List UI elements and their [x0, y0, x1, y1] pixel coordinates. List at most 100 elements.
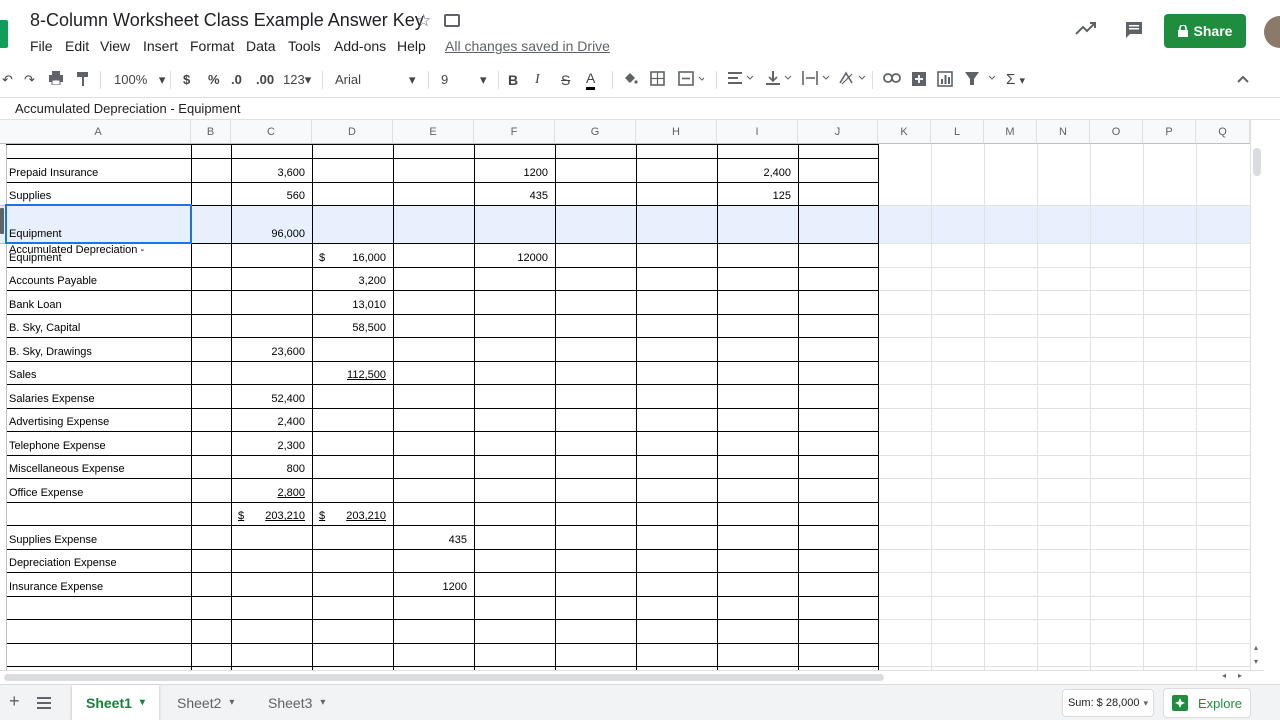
star-icon[interactable]: ☆ — [416, 11, 431, 31]
italic-button[interactable]: I — [535, 71, 540, 89]
column-header-c[interactable]: C — [231, 120, 312, 144]
amount-cell-i[interactable]: 2,400 — [717, 167, 791, 179]
amount-cell-f[interactable]: 1200 — [474, 167, 548, 179]
column-header-m[interactable]: M — [984, 120, 1037, 144]
menu-help[interactable]: Help — [397, 38, 426, 54]
amount-cell-c[interactable]: 52,400 — [231, 393, 305, 405]
font-size-select[interactable]: 9 ▾ — [441, 71, 491, 89]
menu-file[interactable]: File — [30, 38, 53, 54]
column-header-q[interactable]: Q — [1196, 120, 1250, 144]
account-name-cell[interactable]: Prepaid Insurance — [9, 167, 98, 179]
strikethrough-button[interactable]: S — [561, 71, 570, 89]
paint-format-icon[interactable] — [76, 71, 90, 89]
menu-insert[interactable]: Insert — [143, 38, 178, 54]
menu-edit[interactable]: Edit — [65, 38, 89, 54]
account-name-cell[interactable]: Sales — [9, 369, 37, 381]
horizontal-scroll-thumb[interactable] — [4, 674, 884, 681]
column-header-j[interactable]: J — [798, 120, 878, 144]
amount-cell-d[interactable]: 16,000 — [312, 252, 386, 264]
column-header-f[interactable]: F — [474, 120, 555, 144]
column-header-o[interactable]: O — [1090, 120, 1143, 144]
vertical-scroll-thumb[interactable] — [1253, 148, 1261, 176]
amount-cell-e[interactable]: 1200 — [393, 581, 467, 593]
bold-button[interactable]: B — [508, 71, 518, 89]
column-header-d[interactable]: D — [312, 120, 393, 144]
move-folder-icon[interactable] — [444, 14, 460, 27]
account-name-cell[interactable]: Supplies — [9, 190, 51, 202]
amount-cell-d[interactable]: 13,010 — [312, 299, 386, 311]
column-header-n[interactable]: N — [1037, 120, 1090, 144]
activity-trend-icon[interactable] — [1075, 20, 1097, 41]
amount-cell-e[interactable]: 435 — [393, 534, 467, 546]
avatar[interactable] — [1264, 16, 1280, 48]
scroll-right-icon[interactable]: ▸ — [1238, 671, 1242, 680]
amount-cell-f[interactable]: 435 — [474, 190, 548, 202]
more-formats-button[interactable]: 123▾ — [283, 71, 311, 89]
scroll-left-icon[interactable]: ◂ — [1222, 671, 1226, 680]
column-header-k[interactable]: K — [878, 120, 931, 144]
account-name-cell[interactable]: Telephone Expense — [9, 440, 106, 452]
sheets-logo-icon[interactable] — [0, 20, 8, 48]
menu-format[interactable]: Format — [190, 38, 234, 54]
menu-addons[interactable]: Add-ons — [334, 38, 386, 54]
insert-chart-icon[interactable] — [937, 71, 953, 89]
account-name-cell[interactable]: Bank Loan — [9, 299, 62, 311]
account-name-cell[interactable]: Insurance Expense — [9, 581, 103, 593]
amount-cell-c[interactable]: 2,300 — [231, 440, 305, 452]
functions-button[interactable]: Σ ▾ — [1006, 71, 1025, 89]
column-header-a[interactable]: A — [6, 120, 191, 144]
scroll-up-icon[interactable]: ▴ — [1254, 643, 1258, 652]
column-header-l[interactable]: L — [931, 120, 984, 144]
column-header-b[interactable]: B — [191, 120, 231, 144]
vertical-align-icon[interactable] — [766, 71, 792, 89]
menu-view[interactable]: View — [100, 38, 130, 54]
redo-icon[interactable]: ↷ — [24, 71, 35, 89]
account-name-cell[interactable]: Office Expense — [9, 487, 83, 499]
amount-cell-d[interactable]: 58,500 — [312, 322, 386, 334]
amount-cell-c[interactable]: 2,800 — [231, 487, 305, 499]
undo-icon[interactable]: ↶ — [2, 71, 13, 89]
menu-data[interactable]: Data — [246, 38, 276, 54]
amount-cell-c[interactable]: 3,600 — [231, 167, 305, 179]
vertical-scrollbar[interactable]: ▴ ▾ — [1250, 120, 1264, 670]
comments-icon[interactable] — [1125, 21, 1143, 44]
column-header-e[interactable]: E — [393, 120, 474, 144]
account-name-cell[interactable]: Advertising Expense — [9, 416, 109, 428]
account-name-cell[interactable]: Equipment — [9, 252, 62, 264]
text-color-button[interactable]: A — [586, 71, 596, 90]
horizontal-scrollbar[interactable]: ◂ ▸ — [0, 670, 1264, 684]
filter-icon[interactable] — [964, 71, 1000, 89]
amount-cell-c[interactable]: 96,000 — [231, 228, 305, 240]
amount-cell-c[interactable]: 23,600 — [231, 346, 305, 358]
insert-comment-icon[interactable] — [911, 71, 927, 89]
percent-format-button[interactable]: % — [208, 71, 220, 89]
all-sheets-icon[interactable] — [37, 696, 51, 714]
amount-cell-c[interactable]: 560 — [231, 190, 305, 202]
increase-decimal-button[interactable]: .00 — [256, 71, 274, 89]
spreadsheet-grid[interactable]: A B C D E F G H I J K L M N O P Q Prepaid Insurance 3,600 1… — [0, 120, 1250, 670]
insert-link-icon[interactable] — [883, 71, 901, 89]
print-icon[interactable] — [48, 71, 64, 89]
amount-cell-d[interactable]: 3,200 — [312, 275, 386, 287]
horizontal-align-icon[interactable] — [728, 71, 754, 89]
account-name-cell[interactable]: Miscellaneous Expense — [9, 463, 125, 475]
add-sheet-icon[interactable]: + — [9, 691, 20, 712]
save-status-link[interactable]: All changes saved in Drive — [445, 38, 610, 54]
sum-indicator[interactable]: Sum: $ 28,000 ▾ — [1062, 689, 1154, 717]
explore-button[interactable]: Explore — [1163, 688, 1251, 718]
amount-cell-d[interactable]: 203,210 — [312, 510, 386, 522]
column-header-i[interactable]: I — [717, 120, 798, 144]
amount-cell-c[interactable]: 800 — [231, 463, 305, 475]
account-name-cell[interactable]: B. Sky, Drawings — [9, 346, 92, 358]
tab-sheet2[interactable]: Sheet2 ▾ — [163, 685, 248, 720]
column-header-h[interactable]: H — [636, 120, 717, 144]
text-rotation-icon[interactable] — [838, 71, 866, 89]
amount-cell-c[interactable]: 2,400 — [231, 416, 305, 428]
account-name-cell[interactable]: Equipment — [9, 228, 62, 240]
borders-icon[interactable] — [650, 71, 665, 89]
amount-cell-c[interactable]: 203,210 — [231, 510, 305, 522]
font-select[interactable]: Arial ▾ — [335, 71, 420, 89]
column-header-p[interactable]: P — [1143, 120, 1196, 144]
account-name-cell[interactable]: B. Sky, Capital — [9, 322, 80, 334]
scroll-down-icon[interactable]: ▾ — [1254, 657, 1258, 666]
